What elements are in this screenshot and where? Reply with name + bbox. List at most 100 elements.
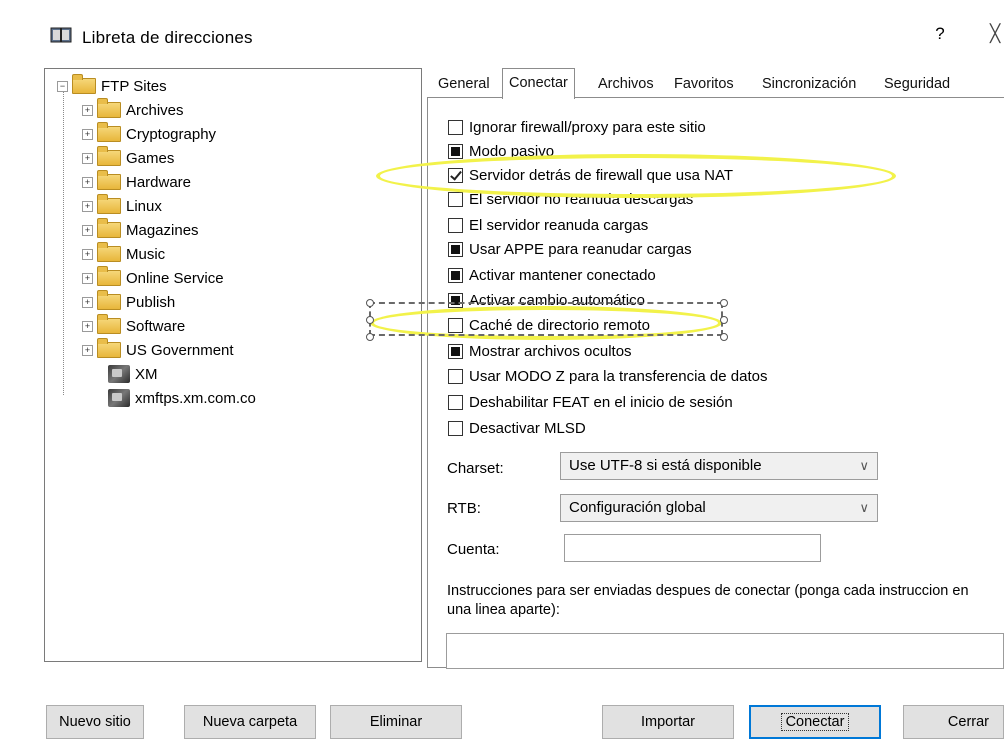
option-label: Activar mantener conectado xyxy=(469,266,656,284)
import-button[interactable]: Importar xyxy=(602,705,734,739)
address-book-icon xyxy=(50,27,72,43)
expand-icon[interactable]: + xyxy=(82,128,93,140)
folder-icon xyxy=(97,122,121,142)
charset-select[interactable]: Use UTF-8 si está disponible ∨ xyxy=(560,452,878,480)
tree-item-label: US Government xyxy=(126,341,234,359)
close-icon: ╳ xyxy=(990,24,1001,43)
expand-icon[interactable]: + xyxy=(82,176,93,188)
help-button[interactable]: ? xyxy=(930,24,950,48)
tab-favoritos[interactable]: Favoritos xyxy=(668,72,740,96)
new-site-button[interactable]: Nuevo sitio xyxy=(46,705,144,739)
tree-item-software[interactable]: + Software xyxy=(82,314,186,337)
rtb-value: Configuración global xyxy=(569,499,706,516)
resize-handle xyxy=(366,333,374,341)
tree-item-cryptography[interactable]: + Cryptography xyxy=(82,122,217,145)
expand-icon[interactable]: + xyxy=(82,344,93,356)
folder-icon xyxy=(97,314,121,334)
option-disable-feat[interactable]: Deshabilitar FEAT en el inicio de sesión xyxy=(448,391,733,413)
resize-handle xyxy=(720,333,728,341)
option-label: Usar MODO Z para la transferencia de dat… xyxy=(469,367,768,385)
tree-item-us-government[interactable]: + US Government xyxy=(82,338,234,361)
checkbox[interactable] xyxy=(448,119,463,135)
tree-item-magazines[interactable]: + Magazines xyxy=(82,218,199,241)
expand-icon[interactable]: + xyxy=(82,152,93,164)
instructions-label: Instrucciones para ser enviadas despues … xyxy=(447,583,969,618)
delete-button[interactable]: Eliminar xyxy=(330,705,462,739)
chevron-down-icon: ∨ xyxy=(859,500,869,515)
checkbox[interactable] xyxy=(448,143,463,159)
checkbox[interactable] xyxy=(448,217,463,233)
expand-icon[interactable]: + xyxy=(82,320,93,332)
option-label: Ignorar firewall/proxy para este sitio xyxy=(469,118,706,136)
folder-icon xyxy=(97,266,121,286)
folder-icon xyxy=(97,242,121,262)
checkbox[interactable] xyxy=(448,368,463,384)
resize-handle xyxy=(720,316,728,324)
option-resume-uploads[interactable]: El servidor reanuda cargas xyxy=(448,214,648,236)
connect-button[interactable]: Conectar xyxy=(749,705,881,739)
checkbox[interactable] xyxy=(448,420,463,436)
folder-icon xyxy=(97,98,121,118)
rtb-select[interactable]: Configuración global ∨ xyxy=(560,494,878,522)
collapse-icon[interactable]: − xyxy=(57,80,68,92)
tree-item-label: XM xyxy=(135,365,158,383)
option-label: Desactivar MLSD xyxy=(469,419,586,437)
cuenta-input[interactable] xyxy=(564,534,821,562)
option-disable-mlsd[interactable]: Desactivar MLSD xyxy=(448,417,586,439)
resize-handle xyxy=(366,299,374,307)
tree-site-xm[interactable]: XM xyxy=(108,363,158,385)
tab-conectar[interactable]: Conectar xyxy=(502,68,575,99)
close-button[interactable]: ╳ xyxy=(990,24,1004,48)
tree-item-online-service[interactable]: + Online Service xyxy=(82,266,224,289)
option-keep-alive[interactable]: Activar mantener conectado xyxy=(448,264,656,286)
folder-icon xyxy=(97,194,121,214)
tab-archivos[interactable]: Archivos xyxy=(592,72,660,96)
tab-general[interactable]: General xyxy=(432,72,496,96)
expand-icon[interactable]: + xyxy=(82,296,93,308)
option-show-hidden-files[interactable]: Mostrar archivos ocultos xyxy=(448,340,632,362)
option-use-appe[interactable]: Usar APPE para reanudar cargas xyxy=(448,238,692,260)
tree-connector xyxy=(63,92,64,395)
checkbox[interactable] xyxy=(448,394,463,410)
folder-icon xyxy=(97,218,121,238)
tree-site-xmftps[interactable]: xmftps.xm.com.co xyxy=(108,387,256,409)
checkbox[interactable] xyxy=(448,241,463,257)
expand-icon[interactable]: + xyxy=(82,104,93,116)
new-folder-button[interactable]: Nueva carpeta xyxy=(184,705,316,739)
expand-icon[interactable]: + xyxy=(82,248,93,260)
tree-item-label: Archives xyxy=(126,101,184,119)
tab-strip: General Conectar Archivos Favoritos Sinc… xyxy=(427,68,1004,99)
tree-item-linux[interactable]: + Linux xyxy=(82,194,162,217)
tree-item-label: FTP Sites xyxy=(101,77,167,95)
folder-icon xyxy=(97,290,121,310)
resize-handle xyxy=(720,299,728,307)
expand-icon[interactable]: + xyxy=(82,224,93,236)
tree-item-label: Linux xyxy=(126,197,162,215)
resize-handle xyxy=(366,316,374,324)
checkbox[interactable] xyxy=(448,191,463,207)
checkbox[interactable] xyxy=(448,267,463,283)
tree-item-label: Hardware xyxy=(126,173,192,191)
tree-item-games[interactable]: + Games xyxy=(82,146,174,169)
tree-item-label: Publish xyxy=(126,293,176,311)
tree-root-ftp-sites[interactable]: − FTP Sites xyxy=(57,74,167,97)
expand-icon[interactable]: + xyxy=(82,272,93,284)
expand-icon[interactable]: + xyxy=(82,200,93,212)
tree-item-label: Music xyxy=(126,245,166,263)
tree-item-publish[interactable]: + Publish xyxy=(82,290,176,313)
close-dialog-button[interactable]: Cerrar xyxy=(903,705,1004,739)
selection-box xyxy=(369,302,723,336)
tab-sincronizacion[interactable]: Sincronización xyxy=(756,72,862,96)
option-mode-z[interactable]: Usar MODO Z para la transferencia de dat… xyxy=(448,365,767,387)
instructions-textarea[interactable] xyxy=(446,633,1004,669)
option-ignore-firewall[interactable]: Ignorar firewall/proxy para este sitio xyxy=(448,116,706,138)
tree-item-hardware[interactable]: + Hardware xyxy=(82,170,192,193)
tree-item-label: Software xyxy=(126,317,186,335)
checkbox[interactable] xyxy=(448,343,463,359)
tree-item-label: Online Service xyxy=(126,269,224,287)
folder-icon xyxy=(72,74,96,94)
tab-seguridad[interactable]: Seguridad xyxy=(878,72,956,96)
tree-item-archives[interactable]: + Archives xyxy=(82,98,184,121)
tree-item-label: Cryptography xyxy=(126,125,217,143)
tree-item-music[interactable]: + Music xyxy=(82,242,166,265)
